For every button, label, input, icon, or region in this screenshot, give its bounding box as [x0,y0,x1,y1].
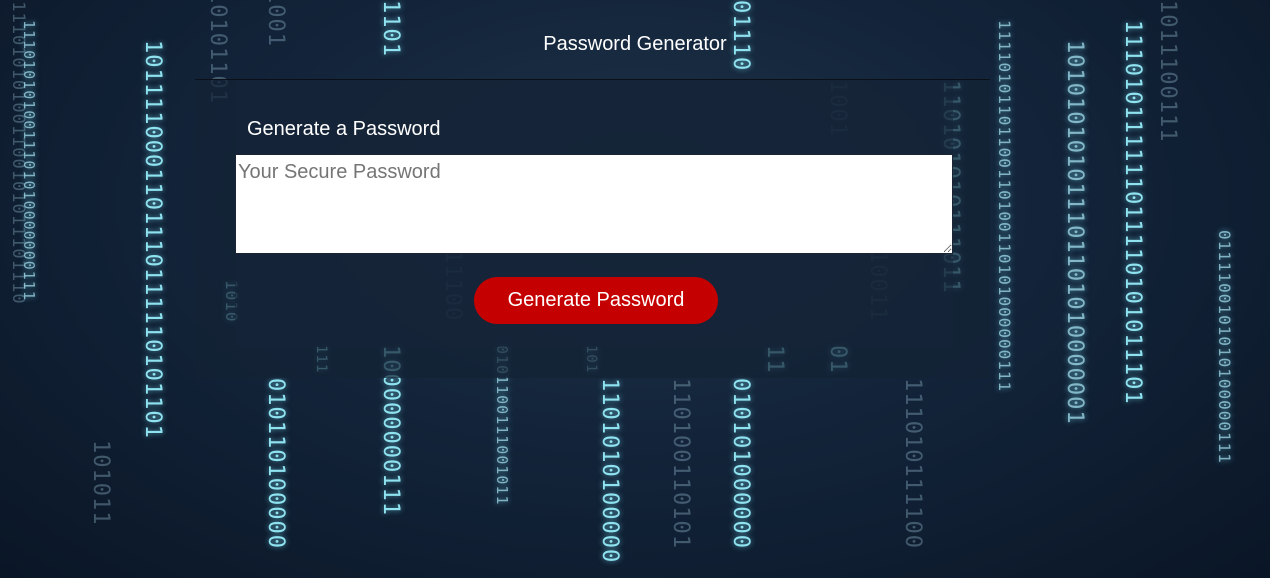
password-output-field[interactable] [235,154,953,254]
page-title: Password Generator [543,33,727,55]
password-card: Generate a Password Generate Password [195,80,990,378]
page-header: Password Generator [0,0,1270,80]
card-heading: Generate a Password [247,118,441,140]
generate-password-button[interactable]: Generate Password [474,277,718,324]
